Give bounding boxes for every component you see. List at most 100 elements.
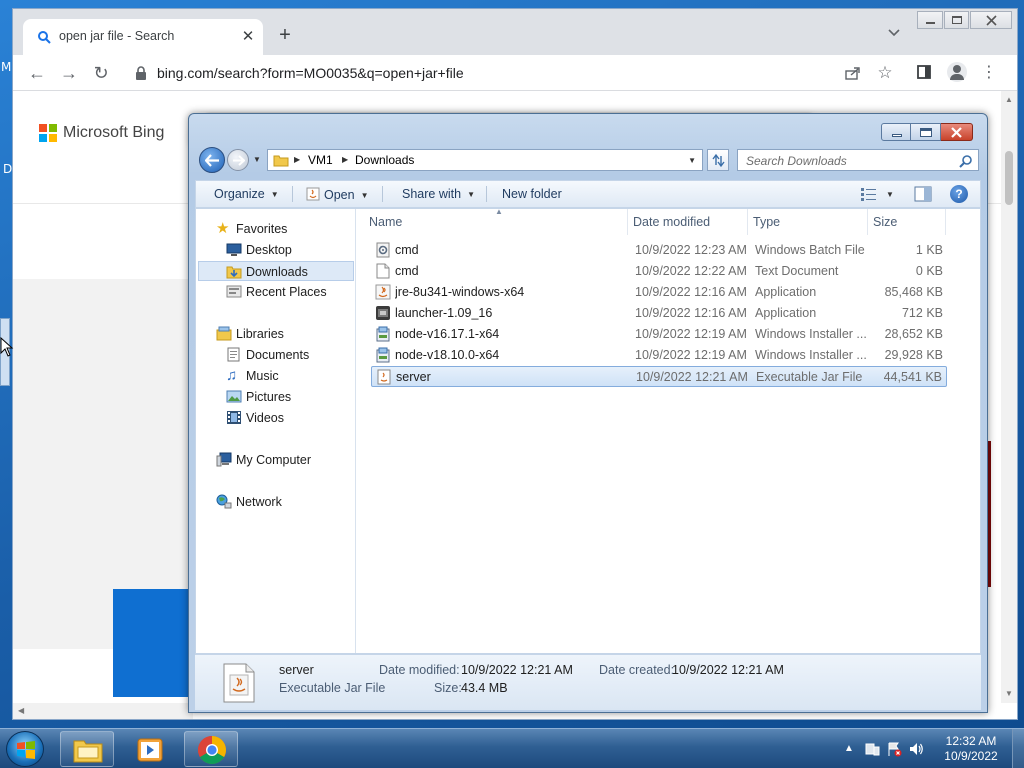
profile-avatar-icon[interactable] [947,62,967,82]
horizontal-scrollbar[interactable]: ◀ [13,703,193,719]
file-row-selected[interactable]: server 10/9/2022 12:21 AM Executable Jar… [371,366,947,387]
more-options-icon[interactable]: ⋮ [979,63,999,83]
file-row[interactable]: node-v16.17.1-x64 10/9/2022 12:19 AM Win… [371,324,947,345]
scroll-up-icon[interactable]: ▲ [1004,95,1014,105]
minimize-button[interactable] [917,11,943,29]
organize-menu[interactable]: Organize ▼ [214,187,279,201]
taskbar-media-player-button[interactable] [122,731,176,767]
nav-videos[interactable]: Videos [198,408,354,428]
nav-label: Documents [246,348,310,362]
command-separator [486,186,487,202]
action-center-flag-icon[interactable] [886,741,902,757]
breadcrumb-separator[interactable]: ▶ [342,155,348,164]
page-scrollbar[interactable]: ▲ ▼ [1001,91,1017,703]
nav-favorites[interactable]: ★ Favorites [198,219,354,239]
volume-icon[interactable] [908,741,924,757]
close-button[interactable] [941,123,973,141]
nav-music[interactable]: ♫ Music [198,366,354,386]
file-row[interactable]: jre-8u341-windows-x64 10/9/2022 12:16 AM… [371,282,947,303]
column-header-name[interactable]: Name [363,209,617,235]
show-hidden-icons[interactable]: ▲ [844,741,860,757]
file-name: node-v16.17.1-x64 [395,327,500,341]
nav-label: Desktop [246,243,292,257]
desktop-icon-label-fragment: M [1,60,12,74]
nav-recent-places[interactable]: Recent Places [198,282,354,302]
tab-strip: open jar file - Search ✕ + [13,9,1017,55]
close-icon [986,15,998,26]
forward-button[interactable] [227,149,249,171]
microsoft-logo-icon [39,124,57,142]
restore-button[interactable] [943,11,970,29]
lock-icon [136,66,146,80]
maximize-button[interactable] [911,123,941,141]
file-type: Windows Batch File [755,243,865,257]
device-icon[interactable] [864,741,880,757]
nav-libraries[interactable]: Libraries [198,324,354,344]
nav-label: Pictures [246,390,292,404]
nav-label: Recent Places [246,285,327,299]
back-button[interactable] [199,147,225,173]
address-bar[interactable]: bing.com/search?form=MO0035&q=open+jar+f… [123,59,923,87]
breadcrumb-vm1[interactable]: VM1 [308,153,333,167]
file-row[interactable]: launcher-1.09_16 10/9/2022 12:16 AM Appl… [371,303,947,324]
file-row[interactable]: node-v18.10.0-x64 10/9/2022 12:19 AM Win… [371,345,947,366]
open-menu[interactable]: Open ▼ [306,187,369,202]
details-file-type: Executable Jar File [279,681,386,695]
file-row[interactable]: cmd 10/9/2022 12:23 AM Windows Batch Fil… [371,240,947,261]
forward-arrow-icon[interactable]: → [59,63,79,83]
nav-documents[interactable]: Documents [198,345,354,365]
file-type: Application [755,285,817,299]
column-header-size[interactable]: Size [867,209,945,235]
scroll-down-icon[interactable]: ▼ [1004,689,1014,699]
preview-pane-icon[interactable] [914,186,932,202]
start-button[interactable] [6,731,44,767]
view-options-dropdown[interactable]: ▼ [886,187,894,201]
nav-network[interactable]: Network [198,492,354,512]
chevron-down-icon[interactable] [887,27,901,39]
refresh-button[interactable] [707,149,729,171]
reload-icon[interactable]: ↻ [91,63,111,83]
close-tab-icon[interactable]: ✕ [239,28,257,46]
file-date: 10/9/2022 12:22 AM [635,264,747,278]
nav-downloads[interactable]: Downloads [198,261,354,281]
nav-my-computer[interactable]: My Computer [198,450,354,470]
show-desktop-button[interactable] [1012,729,1024,768]
nav-label: Downloads [246,265,308,279]
taskbar-chrome-button[interactable] [184,731,238,767]
scrollbar-thumb[interactable] [1005,151,1013,205]
nav-pictures[interactable]: Pictures [198,387,354,407]
back-arrow-icon[interactable]: ← [27,63,47,83]
file-name: cmd [395,243,419,257]
taskbar: ▲ 12:32 AM 10/9/2022 [0,728,1024,768]
breadcrumb-downloads[interactable]: Downloads [355,153,414,167]
column-header-type[interactable]: Type [747,209,867,235]
change-view-icon[interactable] [860,186,878,202]
file-date: 10/9/2022 12:23 AM [635,243,747,257]
media-player-icon [137,738,163,762]
taskbar-clock[interactable]: 12:32 AM 10/9/2022 [944,734,998,764]
minimize-button[interactable] [881,123,911,141]
tab-bing-search[interactable]: open jar file - Search ✕ [23,19,263,55]
help-icon[interactable]: ? [950,185,968,203]
search-downloads-input[interactable]: Search Downloads [737,149,979,171]
nav-desktop[interactable]: Desktop [198,240,354,260]
bing-logo[interactable]: Microsoft Bing [39,124,164,142]
clock-time: 12:32 AM [945,734,997,748]
taskbar-explorer-button[interactable] [60,731,114,767]
explorer-address-bar[interactable]: ▶ VM1 ▶ Downloads ▼ [267,149,703,171]
scroll-left-icon[interactable]: ◀ [18,706,24,715]
libraries-icon [216,326,232,341]
new-folder-button[interactable]: New folder [502,187,562,201]
address-dropdown-icon[interactable]: ▼ [688,156,696,165]
new-tab-button[interactable]: + [275,25,295,45]
file-row[interactable]: cmd 10/9/2022 12:22 AM Text Document 0 K… [371,261,947,282]
side-panel-icon[interactable] [917,65,931,79]
breadcrumb-separator[interactable]: ▶ [294,155,300,164]
bookmark-star-icon[interactable]: ☆ [875,63,895,83]
recent-locations-dropdown[interactable]: ▼ [253,155,263,165]
close-button[interactable] [970,11,1013,29]
share-with-menu[interactable]: Share with ▼ [402,187,475,201]
column-separator[interactable] [945,209,946,235]
share-icon[interactable] [845,66,861,80]
column-header-date-modified[interactable]: Date modified [627,209,747,235]
